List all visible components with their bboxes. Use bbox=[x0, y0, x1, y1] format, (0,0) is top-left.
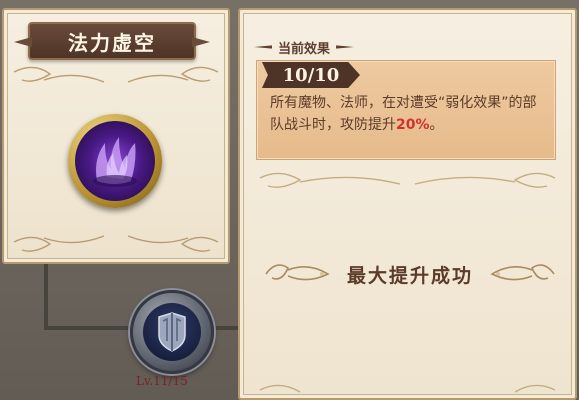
current-effect-label: 当前效果 bbox=[278, 41, 331, 57]
effect-description-tail: 。 bbox=[429, 117, 444, 133]
effect-bonus-value: 20% bbox=[396, 117, 430, 133]
skill-icon-frame[interactable] bbox=[68, 114, 162, 208]
current-effect-header: 当前效果 bbox=[254, 36, 379, 58]
skill-level-label: Lv.11/15 bbox=[136, 374, 188, 388]
max-upgrade-text: 最大提升成功 bbox=[346, 264, 473, 287]
arrow-right-icon bbox=[336, 45, 355, 49]
max-upgrade-banner: 最大提升成功 bbox=[262, 246, 558, 302]
effect-level-tag: 10/10 bbox=[262, 62, 360, 88]
upgrade-badge[interactable] bbox=[130, 290, 214, 374]
tree-connector-horizontal bbox=[44, 326, 134, 330]
tree-connector-vertical bbox=[44, 264, 48, 330]
effect-description: 所有魔物、法师，在对遭受“弱化效果”的部队战斗时，攻防提升20%。 bbox=[270, 92, 550, 136]
shield-badge-icon bbox=[143, 303, 201, 361]
skill-title: 法力虚空 bbox=[28, 22, 196, 60]
purple-void-orb-icon bbox=[75, 121, 155, 201]
arrow-left-icon bbox=[254, 45, 272, 49]
skill-card[interactable]: 法力虚空 bbox=[2, 8, 230, 264]
tree-connector-right bbox=[214, 326, 240, 330]
